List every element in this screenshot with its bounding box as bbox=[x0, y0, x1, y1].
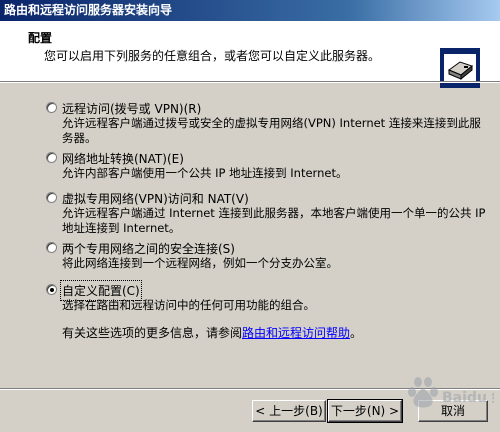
radio-nat[interactable] bbox=[46, 152, 57, 163]
option-vpn-nat-desc: 允许远程客户端通过 Internet 连接到此服务器，本地客户端使用一个单一的公… bbox=[62, 206, 486, 235]
watermark-label: Baidu 经验 bbox=[442, 389, 494, 406]
help-link[interactable]: 路由和远程访问帮助 bbox=[242, 326, 350, 340]
option-nat-desc: 允许内部客户端使用一个公共 IP 地址连接到 Internet。 bbox=[62, 166, 348, 180]
radio-custom-config[interactable] bbox=[46, 284, 57, 295]
baidu-watermark: Baidu 经验 bbox=[408, 377, 494, 408]
page-title: 配置 bbox=[28, 31, 53, 45]
radio-vpn-nat[interactable] bbox=[46, 192, 57, 203]
page-subtitle: 您可以启用下列服务的任意组合，或者您可以自定义此服务器。 bbox=[44, 49, 381, 63]
title-bar[interactable]: 路由和远程访问服务器安装向导 bbox=[0, 0, 500, 21]
option-secure-connection-desc: 将此网络连接到一个远程网络，例如一个分支办公室。 bbox=[62, 256, 338, 270]
help-suffix: 。 bbox=[350, 326, 363, 340]
option-custom-config-desc: 选择在路由和远程访问中的任何可用功能的组合。 bbox=[62, 298, 315, 312]
window-title: 路由和远程访问服务器安装向导 bbox=[4, 3, 173, 17]
back-button[interactable]: < 上一步(B) bbox=[252, 400, 326, 422]
option-remote-access-label[interactable]: 远程访问(拨号或 VPN)(R) bbox=[62, 100, 201, 117]
option-secure-connection-label[interactable]: 两个专用网络之间的安全连接(S) bbox=[62, 240, 235, 257]
next-button[interactable]: 下一步(N) > bbox=[327, 399, 403, 423]
radio-remote-access[interactable] bbox=[46, 102, 57, 113]
header-divider bbox=[0, 81, 500, 83]
option-remote-access-desc: 允许远程客户端通过拨号或安全的虚拟专用网络(VPN) Internet 连接来连… bbox=[62, 116, 481, 145]
radio-secure-connection[interactable] bbox=[46, 242, 57, 253]
option-custom-config-label[interactable]: 自定义配置(C) bbox=[60, 280, 142, 301]
option-nat-label[interactable]: 网络地址转换(NAT)(E) bbox=[62, 150, 184, 167]
wizard-header: 配置 您可以启用下列服务的任意组合，或者您可以自定义此服务器。 bbox=[0, 21, 500, 88]
option-vpn-nat-label[interactable]: 虚拟专用网络(VPN)访问和 NAT(V) bbox=[62, 190, 249, 207]
help-prefix: 有关这些选项的更多信息，请参阅 bbox=[62, 326, 243, 340]
help-text: 有关这些选项的更多信息，请参阅路由和远程访问帮助。 bbox=[62, 324, 362, 341]
